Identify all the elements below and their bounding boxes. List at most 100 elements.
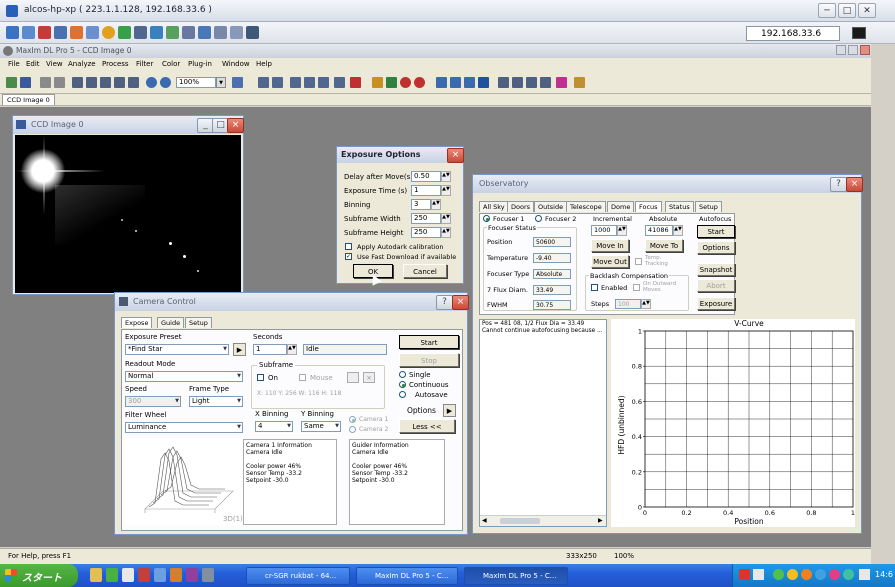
- quicklaunch-icon[interactable]: [90, 568, 102, 582]
- undo-icon[interactable]: [40, 77, 51, 88]
- camera-close-button[interactable]: ×: [452, 295, 469, 310]
- steps-spinner[interactable]: ▲▼: [641, 299, 651, 309]
- maxim-minimize-button[interactable]: [836, 45, 846, 55]
- taskbar-task-rukbat[interactable]: cr-SGR rukbat - 64...: [246, 567, 350, 585]
- crop-icon[interactable]: [100, 77, 111, 88]
- tab-focus[interactable]: Focus: [635, 201, 662, 212]
- cancel-button[interactable]: Cancel: [403, 264, 447, 278]
- tray-icon[interactable]: [773, 569, 784, 580]
- screen-stretch-icon[interactable]: [72, 77, 83, 88]
- options-arrow-icon[interactable]: ▶: [443, 404, 456, 417]
- taskbar-task-maxim-1[interactable]: MaxIm DL Pro 5 - C...: [356, 567, 458, 585]
- close-button[interactable]: ✕: [858, 3, 876, 18]
- pencil-icon[interactable]: [372, 77, 383, 88]
- seconds-spinner[interactable]: ▲▼: [287, 344, 297, 355]
- autofocus-log[interactable]: Pos = 481 08, 1/2 Flux Dia = 33.49 Canno…: [479, 319, 607, 527]
- taskbar-task-maxim-2[interactable]: MaxIm DL Pro 5 - C...: [464, 567, 568, 585]
- y-binning-select[interactable]: Same: [301, 421, 341, 432]
- layout-icon[interactable]: [512, 77, 523, 88]
- ccd-image-canvas[interactable]: [15, 135, 241, 293]
- scale-icon[interactable]: [150, 26, 163, 39]
- options-label[interactable]: Options: [407, 406, 436, 415]
- subframe-mouse-checkbox[interactable]: [299, 374, 306, 381]
- readout-mode-select[interactable]: Normal: [125, 371, 243, 382]
- observatory-help-button[interactable]: ?: [830, 177, 847, 192]
- menu-file[interactable]: File: [8, 60, 20, 68]
- tray-icon[interactable]: [843, 569, 854, 580]
- quicklaunch-icon[interactable]: [154, 568, 166, 582]
- absolute-field[interactable]: 41086: [645, 225, 673, 236]
- stop-icon[interactable]: [400, 77, 411, 88]
- tab-outside[interactable]: Outside: [534, 201, 568, 212]
- tray-icon[interactable]: [753, 569, 764, 580]
- menu-process[interactable]: Process: [102, 60, 129, 68]
- stack-icon[interactable]: [290, 77, 301, 88]
- line-icon[interactable]: [540, 77, 551, 88]
- speed-select[interactable]: 300: [125, 396, 181, 407]
- continuous-radio[interactable]: [399, 381, 406, 388]
- fast-download-checkbox[interactable]: ✓: [345, 253, 352, 260]
- menu-analyze[interactable]: Analyze: [68, 60, 96, 68]
- whatsthis-icon[interactable]: [232, 77, 243, 88]
- scroll-right-icon[interactable]: ▶: [598, 517, 603, 524]
- backlash-enabled-checkbox[interactable]: [591, 284, 598, 291]
- tray-icon[interactable]: [859, 569, 870, 580]
- info-window-icon[interactable]: [114, 77, 125, 88]
- tab-doors[interactable]: Doors: [507, 201, 535, 212]
- exposure-button[interactable]: Exposure: [697, 297, 735, 310]
- maxim-close-button[interactable]: [860, 45, 870, 55]
- zoom-select[interactable]: 100%: [176, 77, 216, 88]
- exposure-time-spinner[interactable]: ▲▼: [441, 185, 451, 196]
- incremental-spinner[interactable]: ▲▼: [617, 225, 627, 236]
- scroll-left-icon[interactable]: ◀: [482, 517, 487, 524]
- tools-icon[interactable]: [198, 26, 211, 39]
- single-radio[interactable]: [399, 371, 406, 378]
- address-field[interactable]: 192.168.33.6: [746, 26, 840, 41]
- subframe-on-checkbox[interactable]: [257, 374, 264, 381]
- keyboard-icon[interactable]: [86, 26, 99, 39]
- tab-expose[interactable]: Expose: [121, 317, 153, 328]
- observatory-icon[interactable]: [272, 77, 283, 88]
- move-out-button[interactable]: Move Out: [591, 255, 629, 268]
- x-binning-select[interactable]: 4: [255, 421, 293, 432]
- camera-help-button[interactable]: ?: [436, 295, 453, 310]
- subframe-height-spinner[interactable]: ▲▼: [441, 227, 451, 238]
- tab-setup[interactable]: Setup: [695, 201, 722, 212]
- graph-icon[interactable]: [436, 77, 447, 88]
- tab-dome[interactable]: Dome: [607, 201, 635, 212]
- binning-field[interactable]: 3: [411, 199, 431, 210]
- redo-icon[interactable]: [54, 77, 65, 88]
- tray-icon[interactable]: [829, 569, 840, 580]
- exposure-time-field[interactable]: 1: [411, 185, 441, 196]
- incremental-field[interactable]: 1000: [591, 225, 617, 236]
- settings-icon[interactable]: [230, 26, 243, 39]
- save-icon[interactable]: [20, 77, 31, 88]
- quicklaunch-icon[interactable]: [186, 568, 198, 582]
- chart-icon[interactable]: [464, 77, 475, 88]
- autodark-checkbox[interactable]: [345, 243, 352, 250]
- tab-guide[interactable]: Guide: [157, 317, 185, 328]
- ccd-close-button[interactable]: ×: [227, 118, 244, 133]
- screenshot-icon[interactable]: [182, 26, 195, 39]
- start-button[interactable]: スタート: [0, 564, 78, 587]
- histogram-icon[interactable]: [86, 77, 97, 88]
- maximize-button[interactable]: □: [838, 3, 856, 18]
- camera2-radio[interactable]: [349, 426, 356, 433]
- menu-plugin[interactable]: Plug-in: [188, 60, 212, 68]
- less-button[interactable]: Less <<: [399, 419, 455, 433]
- open-icon[interactable]: [6, 77, 17, 88]
- minimize-button[interactable]: ─: [818, 3, 836, 18]
- camera1-radio[interactable]: [349, 416, 356, 423]
- menu-edit[interactable]: Edit: [26, 60, 40, 68]
- delay-field[interactable]: 0.50: [411, 171, 441, 182]
- subframe-height-field[interactable]: 250: [411, 227, 441, 238]
- abort-button[interactable]: Abort: [697, 279, 735, 292]
- record-icon[interactable]: [414, 77, 425, 88]
- maxim-restore-button[interactable]: [848, 45, 858, 55]
- stop-button[interactable]: Stop: [399, 353, 459, 367]
- quicklaunch-icon[interactable]: [122, 568, 134, 582]
- scroll-thumb[interactable]: [500, 518, 540, 524]
- snapshot-button[interactable]: Snapshot: [697, 263, 735, 276]
- menu-color[interactable]: Color: [162, 60, 180, 68]
- absolute-spinner[interactable]: ▲▼: [673, 225, 683, 236]
